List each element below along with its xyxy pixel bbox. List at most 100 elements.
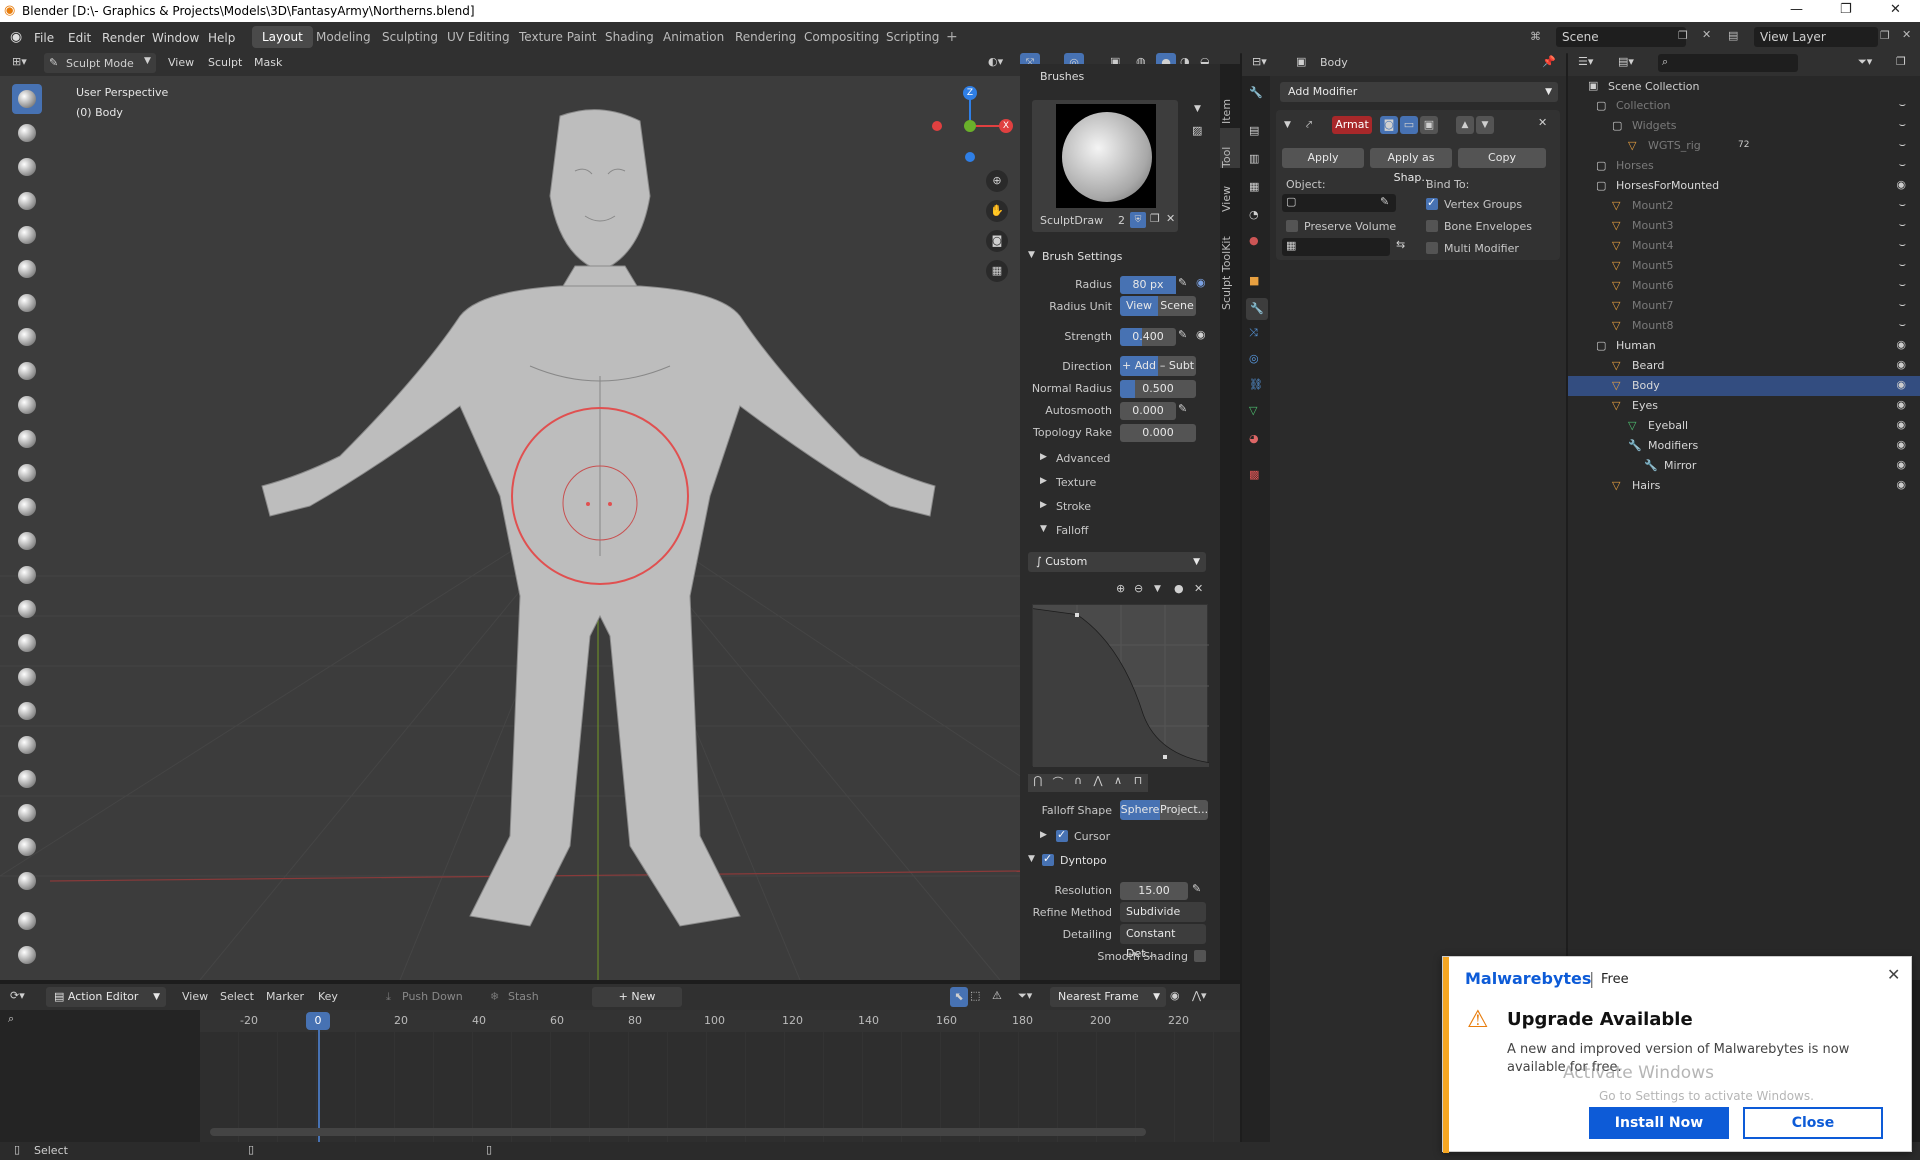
strength-field[interactable]: 0.400 (1120, 328, 1176, 346)
playhead[interactable]: 0 (306, 1012, 330, 1030)
navigation-gizmo[interactable]: Z X (920, 76, 1020, 176)
tab-view[interactable]: View (1220, 172, 1240, 212)
smooth-shading-checkbox[interactable] (1194, 950, 1206, 962)
falloff-shape-projected[interactable]: Project... (1160, 800, 1208, 820)
remove-modifier-icon[interactable]: ✕ (1538, 116, 1547, 129)
tab-uv-editing[interactable]: UV Editing (437, 26, 520, 48)
tab-scripting[interactable]: Scripting (876, 26, 949, 48)
scene-props-icon[interactable]: ◔ (1249, 208, 1259, 221)
properties-editor-type-icon[interactable]: ⊟▾ (1252, 55, 1267, 68)
timeline-menu-select[interactable]: Select (220, 990, 254, 1003)
select-tool-icon[interactable]: ⬉ (950, 987, 968, 1007)
output-props-icon[interactable]: ▥ (1249, 152, 1259, 165)
tab-tool[interactable]: Tool (1220, 128, 1240, 168)
direction-subtract-button[interactable]: – Subt (1158, 356, 1196, 376)
falloff-type-icon[interactable]: ⋀▾ (1192, 989, 1207, 1002)
visibility-eye-icon[interactable]: ⌣ (1899, 258, 1906, 272)
push-down-button[interactable]: Push Down (402, 990, 463, 1003)
tool-scrape[interactable] (12, 458, 42, 488)
subpanel-stroke[interactable]: Stroke (1056, 500, 1091, 513)
camera-view-icon[interactable]: ◙ (986, 230, 1008, 252)
minimize-icon[interactable]: — (1790, 2, 1803, 17)
normal-radius-field[interactable]: 0.500 (1120, 380, 1196, 398)
outliner-row-mirror[interactable]: 🔧 Mirror ◉ (1568, 456, 1920, 476)
material-props-icon[interactable]: ◕ (1249, 432, 1259, 445)
gizmo-x-icon[interactable]: X (999, 119, 1013, 133)
particles-props-icon[interactable]: ⤨ (1249, 326, 1258, 340)
ortho-grid-icon[interactable]: ▦ (986, 260, 1008, 282)
warning-icon[interactable]: ⚠ (992, 989, 1002, 1002)
autosmooth-pressure-icon[interactable]: ✎ (1178, 402, 1187, 415)
close-button[interactable]: Close (1743, 1107, 1883, 1139)
tool-flatten[interactable] (12, 390, 42, 420)
curve-tools-chevron-icon[interactable]: ▼ (1154, 584, 1161, 594)
preset-smooth-icon[interactable]: ⋂ (1028, 774, 1048, 792)
apply-button[interactable]: Apply (1282, 148, 1364, 168)
show-render-icon[interactable]: ◙ (1380, 116, 1398, 134)
tool-grab[interactable] (12, 526, 42, 556)
menu-help[interactable]: Help (208, 31, 235, 45)
strength-unified-icon[interactable]: ◉ (1196, 328, 1206, 341)
viewport-menu-view[interactable]: View (168, 56, 194, 69)
tool-inflate[interactable] (12, 254, 42, 284)
menu-window[interactable]: Window (152, 31, 199, 45)
viewport-menu-sculpt[interactable]: Sculpt (208, 56, 242, 69)
new-action-button[interactable]: + New (592, 987, 682, 1007)
radius-pressure-icon[interactable]: ✎ (1178, 276, 1187, 289)
world-props-icon[interactable]: ● (1249, 234, 1259, 247)
vertex-group-field[interactable]: ▦ (1282, 238, 1390, 256)
tool-crease[interactable] (12, 322, 42, 352)
timeline-menu-marker[interactable]: Marker (266, 990, 304, 1003)
action-editor-dropdown[interactable]: ▤ Action Editor ▼ (46, 987, 166, 1007)
snap-mode-dropdown[interactable]: Nearest Frame ▼ (1050, 987, 1166, 1007)
tool-smooth[interactable] (12, 356, 42, 386)
pan-hand-icon[interactable]: ✋ (986, 200, 1008, 222)
modifier-props-icon[interactable]: 🔧 (1246, 298, 1268, 320)
visibility-eye-icon[interactable]: ◉ (1896, 378, 1906, 391)
strength-pressure-icon[interactable]: ✎ (1178, 328, 1187, 341)
eyedropper-icon[interactable]: ✎ (1380, 195, 1389, 208)
brush-name[interactable]: SculptDraw (1040, 214, 1103, 227)
tool-clay-strips[interactable] (12, 186, 42, 216)
texture-props-icon[interactable]: ▩ (1249, 468, 1259, 481)
timeline-scrollbar[interactable] (210, 1128, 1146, 1136)
remove-view-layer-icon[interactable]: ✕ (1902, 28, 1911, 41)
tab-animation[interactable]: Animation (653, 26, 734, 48)
viewport-menu-mask[interactable]: Mask (254, 56, 282, 69)
visibility-eye-icon[interactable]: ⌣ (1899, 138, 1906, 152)
tool-pose[interactable] (12, 730, 42, 760)
brush-image-icon[interactable]: ▨ (1192, 124, 1202, 137)
dyntopo-header[interactable]: Dyntopo (1060, 854, 1107, 867)
falloff-preset-dropdown[interactable]: ∫ Custom ▼ (1028, 552, 1206, 572)
visibility-eye-icon[interactable]: ⌣ (1899, 158, 1906, 172)
visibility-eye-icon[interactable]: ⌣ (1899, 238, 1906, 252)
refine-method-dropdown[interactable]: Subdivide Co... (1120, 902, 1206, 938)
curve-zoom-in-icon[interactable]: ⊕ (1116, 582, 1125, 595)
radius-unified-icon[interactable]: ◉ (1196, 276, 1206, 289)
view-layer-selector[interactable]: View Layer (1754, 27, 1878, 47)
action-editor-area[interactable]: ⌕ 0 (0, 1010, 1240, 1142)
outliner-row-mount2[interactable]: ▽ Mount2 ⌣ (1568, 196, 1920, 216)
menu-file[interactable]: File (34, 31, 54, 45)
topology-rake-field[interactable]: 0.000 (1120, 424, 1196, 442)
gizmo-neg-z-icon[interactable] (965, 152, 975, 162)
subpanel-falloff[interactable]: Falloff (1056, 524, 1088, 537)
unlink-brush-icon[interactable]: ✕ (1166, 212, 1175, 225)
show-editmode-icon[interactable]: ▣ (1420, 116, 1438, 134)
radius-unit-view[interactable]: View (1120, 296, 1158, 316)
gizmo-y-icon[interactable] (964, 120, 976, 132)
install-now-button[interactable]: Install Now (1589, 1107, 1729, 1139)
tab-sculpt-toolkit[interactable]: Sculpt ToolKit (1220, 220, 1240, 310)
tool-settings-icon[interactable]: 🔧 (1249, 86, 1263, 99)
brush-preview[interactable]: SculptDraw 2 ⛨ ❐ ✕ (1032, 100, 1178, 232)
visibility-eye-icon[interactable]: ⌣ (1899, 218, 1906, 232)
remove-scene-icon[interactable]: ✕ (1702, 28, 1711, 41)
visibility-eye-icon[interactable]: ◉ (1896, 398, 1906, 411)
vertex-groups-checkbox[interactable] (1426, 196, 1438, 210)
outliner-row-eyeball[interactable]: ▽ Eyeball ◉ (1568, 416, 1920, 436)
data-props-icon[interactable]: ▽ (1249, 404, 1257, 417)
close-popup-icon[interactable]: ✕ (1887, 965, 1900, 984)
scene-collection-label[interactable]: Scene Collection (1608, 80, 1699, 93)
tool-simplify[interactable] (12, 764, 42, 794)
editor-type-icon[interactable]: ⊞▾ (12, 55, 27, 68)
